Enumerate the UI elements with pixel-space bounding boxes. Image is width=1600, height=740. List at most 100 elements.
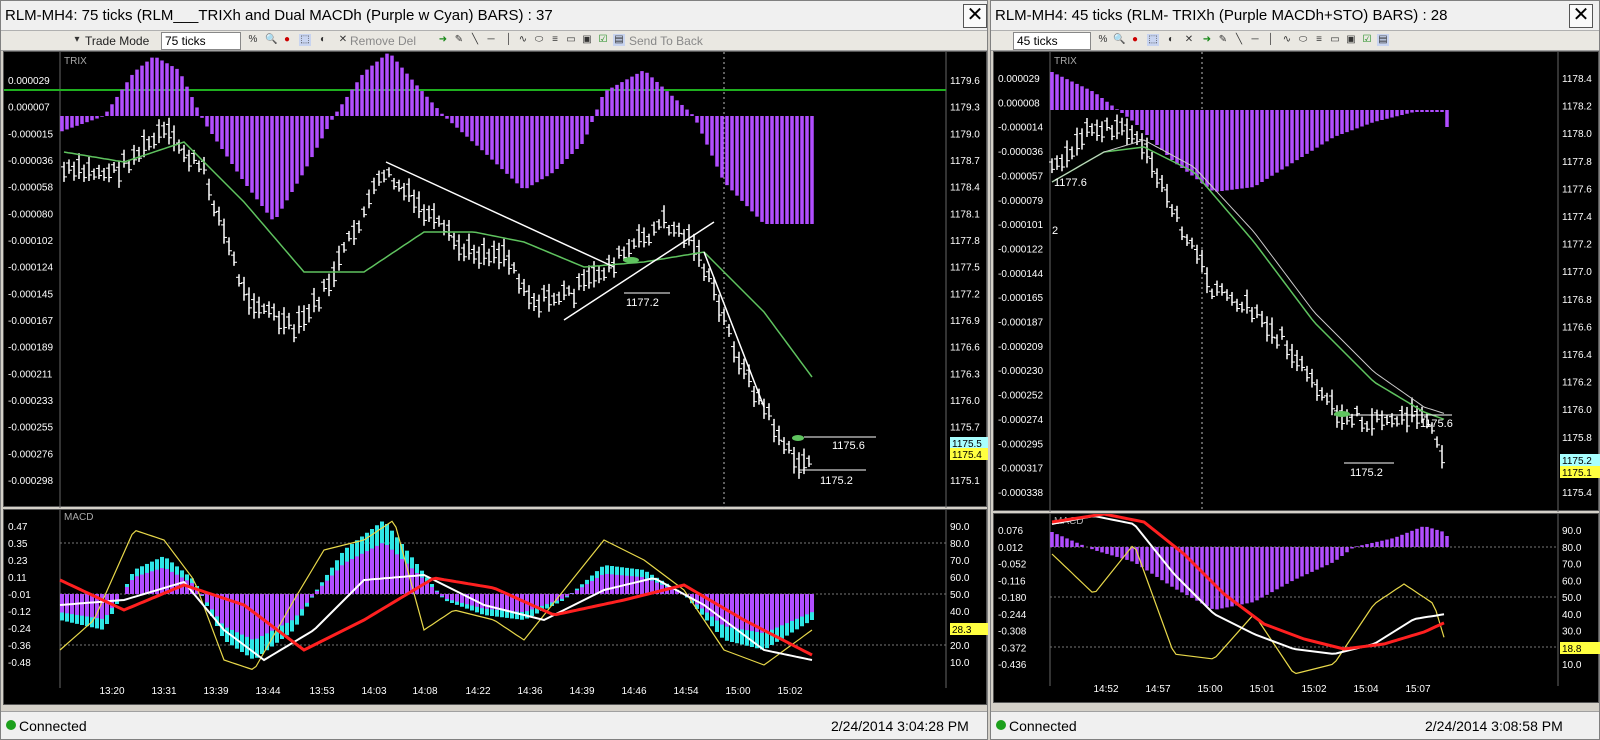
properties-icon[interactable]: ◐ xyxy=(317,34,329,46)
signal-marker xyxy=(792,435,804,441)
macd-histogram-bar xyxy=(765,594,769,632)
time-axis-tick: 15:07 xyxy=(1405,684,1430,695)
lines-icon[interactable]: ≡ xyxy=(549,34,561,46)
left-macd-pane[interactable]: 0.47 0.35 0.23 0.11 -0.01 -0.12 -0.24 -0.36 -0.4… xyxy=(3,509,990,705)
trade-mode-label[interactable]: Trade Mode xyxy=(85,34,149,48)
left-chart-window: RLM-MH4: 75 ticks (RLM___TRIXh and Dual … xyxy=(0,0,990,740)
percent-icon[interactable]: % xyxy=(247,34,259,46)
left-axis-tick: -0.000014 xyxy=(998,123,1043,134)
macd-label: MACD xyxy=(64,512,93,523)
cursor-icon[interactable]: ⬚ xyxy=(299,34,311,46)
hline-icon[interactable]: ─ xyxy=(485,34,497,46)
ellipse-icon[interactable]: ⬭ xyxy=(533,34,545,46)
lines-icon[interactable]: ≡ xyxy=(1313,34,1325,46)
left-trix-pane[interactable]: 0.000029 0.000007 -0.000015 -0.000036 -0.000… xyxy=(3,51,990,508)
right-axis-tick: 40.0 xyxy=(950,607,970,618)
macd-histogram-bar xyxy=(200,594,204,596)
percent-icon[interactable]: % xyxy=(1097,34,1109,46)
right-axis-tick: 1176.6 xyxy=(1562,322,1592,333)
zoom-out-icon[interactable]: ● xyxy=(1129,34,1141,46)
remove-icon[interactable]: ✕ xyxy=(1183,34,1195,46)
ellipse-icon[interactable]: ⬭ xyxy=(1297,34,1309,46)
properties-icon[interactable]: ◐ xyxy=(1165,34,1177,46)
check-icon[interactable]: ☑ xyxy=(597,34,609,46)
cursor-icon[interactable]: ⬚ xyxy=(1147,34,1159,46)
layer-icon[interactable]: ▤ xyxy=(1377,34,1389,46)
trix-histogram-bar xyxy=(475,116,479,146)
time-axis-tick: 15:02 xyxy=(777,686,802,697)
macd-histogram-bar xyxy=(1220,547,1224,609)
right-axis-tick: 1176.3 xyxy=(950,369,980,380)
left-axis-tick: -0.000189 xyxy=(8,343,53,354)
right-toolbar: 45 ticks % 🔍 ● ⬚ ◐ ✕ ➜ ✎ ╲ ─ │ ∿ ⬭ ≡ ▭ ▣… xyxy=(991,31,1599,51)
left-trix-chart: 0.000029 0.000007 -0.000015 -0.000036 -0.000… xyxy=(4,52,990,508)
trix-histogram-bar xyxy=(85,116,89,123)
trix-histogram-bar xyxy=(1285,110,1289,167)
image-icon[interactable]: ▣ xyxy=(1345,34,1357,46)
trix-histogram-bar xyxy=(310,116,314,158)
trendline-icon[interactable]: ╲ xyxy=(469,34,481,46)
trix-histogram-bar xyxy=(355,82,359,116)
trendline-icon[interactable]: ╲ xyxy=(1233,34,1245,46)
trix-histogram-bar xyxy=(765,116,769,224)
trix-histogram-bar xyxy=(170,66,174,116)
trix-histogram-bar xyxy=(1260,110,1264,182)
trix-histogram-bar xyxy=(1295,110,1299,161)
macd-histogram-bar xyxy=(1335,547,1339,560)
trix-histogram-bar xyxy=(1395,110,1399,117)
right-trix-pane[interactable]: 0.000029 0.000008 -0.000014 -0.000036 -0.000… xyxy=(993,51,1600,512)
pencil-icon[interactable]: ✎ xyxy=(453,34,465,46)
macd-histogram-bar xyxy=(365,551,369,594)
macd-histogram-bar xyxy=(1400,534,1404,547)
macd-histogram-bar xyxy=(1390,538,1394,547)
trix-histogram-bar xyxy=(210,116,214,134)
macd-histogram-bar xyxy=(1365,544,1369,547)
zoom-in-icon[interactable]: 🔍 xyxy=(1113,34,1125,46)
trix-histogram-bar xyxy=(1325,110,1329,142)
layer-icon[interactable]: ▤ xyxy=(613,34,625,46)
macd-histogram-bar xyxy=(85,594,89,617)
macd-histogram-bar xyxy=(360,553,364,594)
remove-icon[interactable]: ✕ xyxy=(337,34,349,46)
pencil-icon[interactable]: ✎ xyxy=(1217,34,1229,46)
price-tag: 1175.1 xyxy=(1562,468,1592,479)
trix-histogram-bar xyxy=(695,116,699,123)
trix-histogram-bar xyxy=(585,116,589,135)
macd-histogram-bar xyxy=(795,594,799,619)
left-close-button[interactable]: ✕ xyxy=(963,4,987,28)
hline-icon[interactable]: ─ xyxy=(1249,34,1261,46)
wave-icon[interactable]: ∿ xyxy=(517,34,529,46)
macd-histogram-bar xyxy=(390,549,394,594)
zoom-out-icon[interactable]: ● xyxy=(281,34,293,46)
trix-histogram-bar xyxy=(660,86,664,116)
macd-histogram-bar xyxy=(1420,526,1424,547)
check-icon[interactable]: ☑ xyxy=(1361,34,1373,46)
trix-histogram-bar xyxy=(80,116,84,124)
interval-select[interactable]: 75 ticks xyxy=(161,32,241,50)
time-axis-tick: 13:31 xyxy=(151,686,176,697)
remove-del-button[interactable]: Remove Del xyxy=(350,34,416,48)
trix-histogram-bar xyxy=(555,116,559,169)
rectangle-icon[interactable]: ▭ xyxy=(1329,34,1341,46)
macd-histogram-bar xyxy=(1250,547,1254,603)
vline-icon[interactable]: │ xyxy=(503,34,515,46)
right-close-button[interactable]: ✕ xyxy=(1569,4,1593,28)
macd-histogram-bar xyxy=(1145,547,1149,571)
macd-histogram-bar xyxy=(1110,547,1114,556)
wave-icon[interactable]: ∿ xyxy=(1281,34,1293,46)
interval-select[interactable]: 45 ticks xyxy=(1013,32,1091,50)
image-icon[interactable]: ▣ xyxy=(581,34,593,46)
rectangle-icon[interactable]: ▭ xyxy=(565,34,577,46)
arrow-icon[interactable]: ➜ xyxy=(437,34,449,46)
left-axis-tick: -0.000079 xyxy=(998,196,1043,207)
dropdown-icon[interactable]: ▾ xyxy=(71,34,83,46)
macd-histogram-bar xyxy=(1160,547,1164,581)
vline-icon[interactable]: │ xyxy=(1265,34,1277,46)
arrow-icon[interactable]: ➜ xyxy=(1201,34,1213,46)
right-macd-pane[interactable]: 0.076 0.012 -0.052 -0.116 -0.180 -0.244 -0.308… xyxy=(993,512,1600,703)
zoom-in-icon[interactable]: 🔍 xyxy=(265,34,277,46)
trix-histogram-bar xyxy=(1225,110,1229,191)
trix-histogram-bar xyxy=(630,76,634,116)
send-to-back-button[interactable]: Send To Back xyxy=(629,34,703,48)
trix-histogram-bar xyxy=(150,57,154,116)
